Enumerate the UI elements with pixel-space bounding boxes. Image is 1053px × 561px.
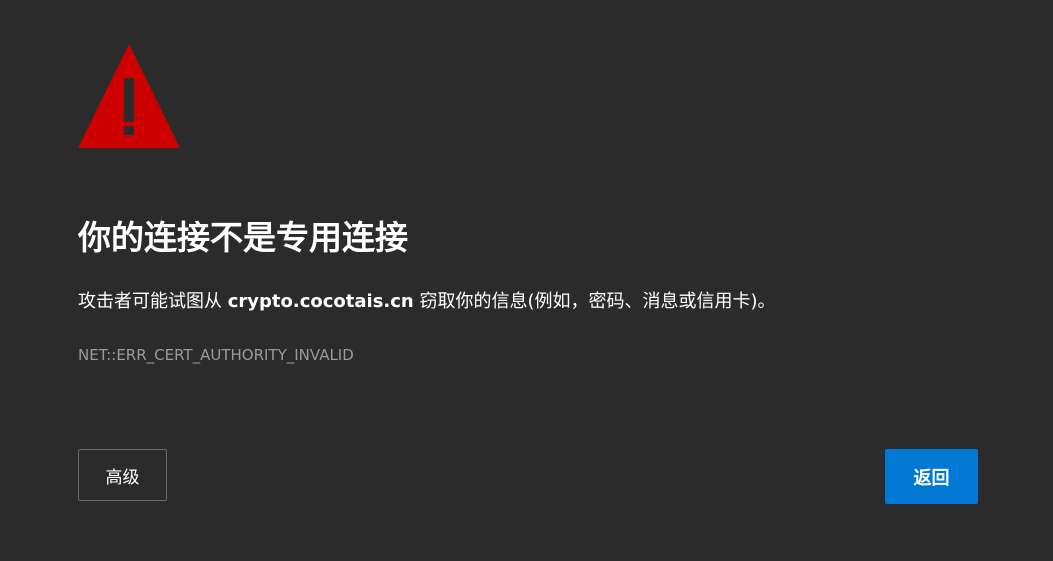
site-domain: crypto.cocotais.cn — [227, 291, 414, 312]
description-prefix: 攻击者可能试图从 — [78, 291, 228, 312]
back-button[interactable]: 返回 — [885, 449, 978, 504]
warning-triangle-icon — [78, 44, 180, 148]
page-title: 你的连接不是专用连接 — [78, 218, 408, 257]
advanced-button[interactable]: 高级 — [78, 449, 167, 501]
description-suffix: 窃取你的信息(例如，密码、消息或信用卡)。 — [413, 291, 776, 312]
error-description: 攻击者可能试图从 crypto.cocotais.cn 窃取你的信息(例如，密码… — [78, 287, 776, 317]
error-code: NET::ERR_CERT_AUTHORITY_INVALID — [78, 346, 354, 364]
error-page: 你的连接不是专用连接 攻击者可能试图从 crypto.cocotais.cn 窃… — [0, 0, 1053, 561]
